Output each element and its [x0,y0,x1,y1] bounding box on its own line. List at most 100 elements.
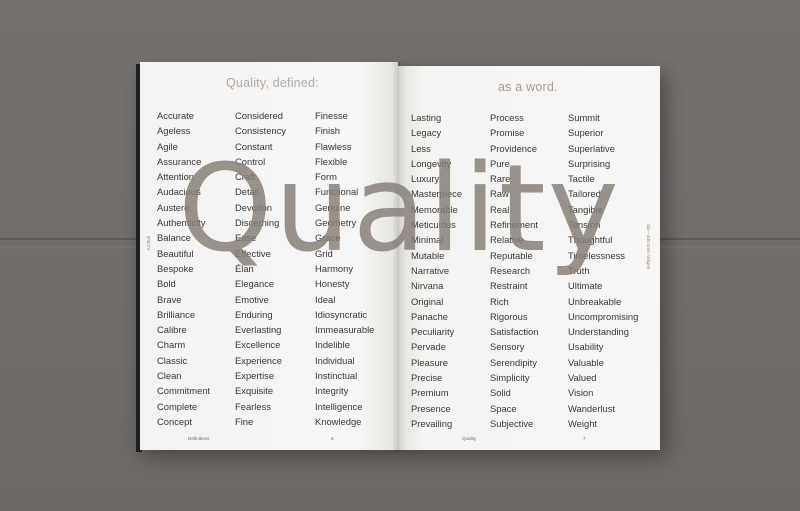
word-item: Luxury [411,173,440,185]
word-column: Finesse Finish Flawless Flexible Form Functio… [315,108,374,429]
word-item: Clean [157,370,182,382]
left-page: Quality, defined: AJ Bull Accurate Ageles… [140,62,398,450]
left-page-number: 6 [331,436,334,441]
word-item: Functional [315,186,359,198]
word-item: Sensory [490,341,525,353]
word-item: Wanderlust [568,402,616,414]
word-item: Grace [315,232,341,244]
word-item: Beautiful [157,247,194,259]
word-item: Concept [157,415,192,427]
word-item: Idiosyncratic [315,308,368,320]
word-item: Excellence [235,339,281,351]
word-item: Premium [411,387,449,399]
word-item: Vision [568,387,594,399]
word-item: Accurate [157,110,194,121]
word-item: Calibre [157,324,187,336]
word-item: Weight [568,417,598,429]
word-item: Genuine [315,201,351,213]
word-item: Real [490,203,510,215]
word-item: Assurance [157,155,202,167]
word-item: Promise [490,127,525,139]
word-item: Brave [157,293,182,305]
word-item: Fine [235,415,254,427]
word-item: Flexible [315,155,348,167]
word-item: Rigorous [490,310,528,322]
word-item: Knowledge [315,415,362,427]
word-item: Mutable [411,249,445,261]
word-item: Immeasurable [315,324,375,336]
word-item: Research [490,264,531,276]
word-item: Legacy [411,127,442,139]
word-item: Devotion [235,201,273,213]
word-item: Ultimate [568,280,603,292]
word-item: Panache [411,310,449,322]
word-item: Tailored [568,188,601,200]
word-item: Honesty [315,278,350,290]
word-item: Refinement [490,219,538,231]
right-page-heading: as a word. [498,80,558,94]
word-item: Longevity [411,157,452,169]
word-item: Authenticity [157,217,206,229]
word-item: Finesse [315,110,348,121]
word-item: Control [235,155,266,167]
word-item: Flawless [315,140,352,152]
word-item: Intelligence [315,400,363,412]
word-item: Nirvana [411,280,444,292]
word-item: Prevailing [411,417,453,429]
word-item: Ease [235,232,257,244]
word-column: Lasting Legacy Less Longevity Luxury Masterpi… [411,110,462,431]
word-item: Instinctual [315,370,358,382]
word-item: Commitment [157,385,211,397]
word-item: Narrative [411,264,450,276]
word-item: Superior [568,127,604,139]
word-item: Exquisite [235,385,274,397]
word-item: Bespoke [157,262,194,274]
word-item: Restraint [490,280,528,292]
word-item: Bold [157,278,176,290]
word-item: Raw [490,188,509,200]
word-item: Superlative [568,142,615,154]
word-item: Rare [490,173,511,185]
word-item: Lasting [411,112,442,123]
word-item: Unbreakable [568,295,622,307]
word-item: Élan [235,262,254,274]
word-item: Pure [490,157,510,169]
word-item: Geometry [315,217,357,229]
word-item: Balance [157,232,191,244]
word-item: Providence [490,142,537,154]
word-item: Valued [568,372,597,384]
word-item: Brilliance [157,308,196,320]
word-item: Satisfaction [490,326,539,338]
word-item: Charm [157,339,186,351]
word-item: Form [315,171,337,183]
word-item: Presence [411,402,451,414]
left-page-heading: Quality, defined: [226,76,319,90]
word-item: Understanding [568,326,629,338]
word-item: Fearless [235,400,271,412]
right-page: as a word. Six—100 Gem Wiigen Lasting Leg… [398,66,660,450]
word-item: Considered [235,110,283,121]
word-item: Reputable [490,249,533,261]
word-item: Individual [315,354,355,366]
word-item: Truth [568,264,590,276]
word-item: Tactile [568,173,595,185]
word-item: Space [490,402,517,414]
word-item: Meticulous [411,219,456,231]
word-item: Precise [411,372,443,384]
word-item: Pleasure [411,356,449,368]
word-item: Grid [315,247,333,259]
word-item: Timelessness [568,249,625,261]
word-column: Process Promise Providence Pure Rare Raw Real R… [490,110,538,431]
word-item: Indelible [315,339,350,351]
word-item: Consistency [235,125,287,137]
word-item: Finish [315,125,341,137]
word-item: Rich [490,295,509,307]
word-item: Original [411,295,444,307]
word-item: Thoughtful [568,234,613,246]
word-item: Emotive [235,293,269,305]
word-item: Peculiarity [411,326,455,338]
word-column: Summit Superior Superlative Surprising Tacti… [568,110,638,431]
word-item: Surprising [568,157,611,169]
word-item: Enduring [235,308,273,320]
word-item: Ageless [157,125,191,137]
